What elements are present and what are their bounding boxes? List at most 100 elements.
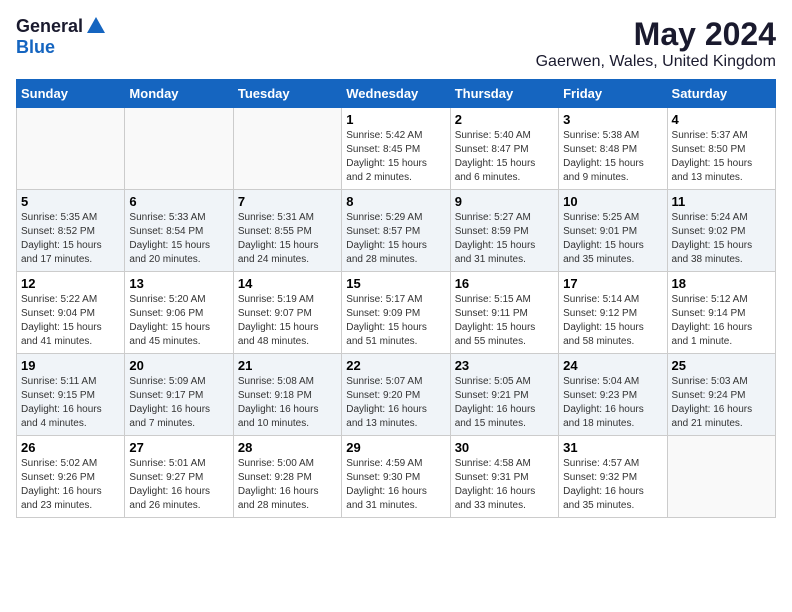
day-detail: Sunrise: 5:08 AM Sunset: 9:18 PM Dayligh…: [238, 375, 337, 431]
calendar-cell: [233, 108, 341, 190]
day-number: 2: [455, 112, 554, 127]
calendar-cell: 14 Sunrise: 5:19 AM Sunset: 9:07 PM Dayli…: [233, 272, 341, 354]
day-detail: Sunrise: 5:14 AM Sunset: 9:12 PM Dayligh…: [563, 293, 662, 349]
calendar-cell: 7 Sunrise: 5:31 AM Sunset: 8:55 PM Daylig…: [233, 190, 341, 272]
day-number: 6: [129, 194, 228, 209]
day-detail: Sunrise: 5:19 AM Sunset: 9:07 PM Dayligh…: [238, 293, 337, 349]
day-detail: Sunrise: 5:03 AM Sunset: 9:24 PM Dayligh…: [672, 375, 771, 431]
day-detail: Sunrise: 5:29 AM Sunset: 8:57 PM Dayligh…: [346, 211, 445, 267]
day-detail: Sunrise: 5:07 AM Sunset: 9:20 PM Dayligh…: [346, 375, 445, 431]
calendar-cell: 29 Sunrise: 4:59 AM Sunset: 9:30 PM Dayli…: [342, 436, 450, 518]
day-detail: Sunrise: 5:01 AM Sunset: 9:27 PM Dayligh…: [129, 457, 228, 513]
day-number: 19: [21, 358, 120, 373]
day-number: 26: [21, 440, 120, 455]
day-number: 17: [563, 276, 662, 291]
calendar-cell: 24 Sunrise: 5:04 AM Sunset: 9:23 PM Dayli…: [559, 354, 667, 436]
day-number: 11: [672, 194, 771, 209]
header-thursday: Thursday: [450, 80, 558, 108]
header-saturday: Saturday: [667, 80, 775, 108]
calendar-cell: 9Sunrise: 5:27 AM Sunset: 8:59 PM Daylig…: [450, 190, 558, 272]
day-detail: Sunrise: 5:20 AM Sunset: 9:06 PM Dayligh…: [129, 293, 228, 349]
calendar-cell: 4 Sunrise: 5:37 AM Sunset: 8:50 PM Daylig…: [667, 108, 775, 190]
header-monday: Monday: [125, 80, 233, 108]
day-detail: Sunrise: 5:25 AM Sunset: 9:01 PM Dayligh…: [563, 211, 662, 267]
day-detail: Sunrise: 5:31 AM Sunset: 8:55 PM Dayligh…: [238, 211, 337, 267]
calendar-cell: 26 Sunrise: 5:02 AM Sunset: 9:26 PM Dayli…: [17, 436, 125, 518]
day-number: 21: [238, 358, 337, 373]
day-number: 22: [346, 358, 445, 373]
calendar-cell: 16 Sunrise: 5:15 AM Sunset: 9:11 PM Dayli…: [450, 272, 558, 354]
calendar-cell: 23 Sunrise: 5:05 AM Sunset: 9:21 PM Dayli…: [450, 354, 558, 436]
calendar-cell: 10Sunrise: 5:25 AM Sunset: 9:01 PM Dayli…: [559, 190, 667, 272]
calendar-cell: 11 Sunrise: 5:24 AM Sunset: 9:02 PM Dayli…: [667, 190, 775, 272]
day-number: 28: [238, 440, 337, 455]
week-row: 1 Sunrise: 5:42 AM Sunset: 8:45 PM Daylig…: [17, 108, 776, 190]
calendar-cell: 30Sunrise: 4:58 AM Sunset: 9:31 PM Dayli…: [450, 436, 558, 518]
calendar-cell: [125, 108, 233, 190]
calendar-cell: 19 Sunrise: 5:11 AM Sunset: 9:15 PM Dayli…: [17, 354, 125, 436]
day-detail: Sunrise: 4:59 AM Sunset: 9:30 PM Dayligh…: [346, 457, 445, 513]
day-number: 4: [672, 112, 771, 127]
day-detail: Sunrise: 5:00 AM Sunset: 9:28 PM Dayligh…: [238, 457, 337, 513]
day-detail: Sunrise: 5:42 AM Sunset: 8:45 PM Dayligh…: [346, 129, 445, 185]
day-number: 5: [21, 194, 120, 209]
week-row: 5 Sunrise: 5:35 AM Sunset: 8:52 PM Daylig…: [17, 190, 776, 272]
day-detail: Sunrise: 5:04 AM Sunset: 9:23 PM Dayligh…: [563, 375, 662, 431]
calendar-cell: 8 Sunrise: 5:29 AM Sunset: 8:57 PM Daylig…: [342, 190, 450, 272]
day-number: 8: [346, 194, 445, 209]
day-number: 7: [238, 194, 337, 209]
calendar-cell: 3 Sunrise: 5:38 AM Sunset: 8:48 PM Daylig…: [559, 108, 667, 190]
day-detail: Sunrise: 5:09 AM Sunset: 9:17 PM Dayligh…: [129, 375, 228, 431]
calendar-table: SundayMondayTuesdayWednesdayThursdayFrid…: [16, 79, 776, 518]
calendar-cell: 15 Sunrise: 5:17 AM Sunset: 9:09 PM Dayli…: [342, 272, 450, 354]
calendar-cell: 25Sunrise: 5:03 AM Sunset: 9:24 PM Dayli…: [667, 354, 775, 436]
day-number: 13: [129, 276, 228, 291]
calendar-cell: 13 Sunrise: 5:20 AM Sunset: 9:06 PM Dayli…: [125, 272, 233, 354]
calendar-cell: 20 Sunrise: 5:09 AM Sunset: 9:17 PM Dayli…: [125, 354, 233, 436]
calendar-cell: 18Sunrise: 5:12 AM Sunset: 9:14 PM Dayli…: [667, 272, 775, 354]
calendar-cell: [17, 108, 125, 190]
day-detail: Sunrise: 5:11 AM Sunset: 9:15 PM Dayligh…: [21, 375, 120, 431]
day-detail: Sunrise: 5:05 AM Sunset: 9:21 PM Dayligh…: [455, 375, 554, 431]
title-section: May 2024 Gaerwen, Wales, United Kingdom: [536, 16, 776, 71]
week-row: 19 Sunrise: 5:11 AM Sunset: 9:15 PM Dayli…: [17, 354, 776, 436]
day-number: 31: [563, 440, 662, 455]
day-number: 29: [346, 440, 445, 455]
day-detail: Sunrise: 5:15 AM Sunset: 9:11 PM Dayligh…: [455, 293, 554, 349]
day-detail: Sunrise: 5:37 AM Sunset: 8:50 PM Dayligh…: [672, 129, 771, 185]
header-friday: Friday: [559, 80, 667, 108]
day-number: 18: [672, 276, 771, 291]
calendar-cell: 1 Sunrise: 5:42 AM Sunset: 8:45 PM Daylig…: [342, 108, 450, 190]
day-detail: Sunrise: 4:58 AM Sunset: 9:31 PM Dayligh…: [455, 457, 554, 513]
day-detail: Sunrise: 5:35 AM Sunset: 8:52 PM Dayligh…: [21, 211, 120, 267]
day-number: 23: [455, 358, 554, 373]
header-wednesday: Wednesday: [342, 80, 450, 108]
day-detail: Sunrise: 5:17 AM Sunset: 9:09 PM Dayligh…: [346, 293, 445, 349]
day-number: 1: [346, 112, 445, 127]
day-number: 20: [129, 358, 228, 373]
day-detail: Sunrise: 5:02 AM Sunset: 9:26 PM Dayligh…: [21, 457, 120, 513]
calendar-cell: 31Sunrise: 4:57 AM Sunset: 9:32 PM Dayli…: [559, 436, 667, 518]
week-row: 12Sunrise: 5:22 AM Sunset: 9:04 PM Dayli…: [17, 272, 776, 354]
calendar-cell: 21 Sunrise: 5:08 AM Sunset: 9:18 PM Dayli…: [233, 354, 341, 436]
logo-general-text: General: [16, 16, 83, 37]
calendar-cell: 2Sunrise: 5:40 AM Sunset: 8:47 PM Daylig…: [450, 108, 558, 190]
day-number: 24: [563, 358, 662, 373]
day-number: 16: [455, 276, 554, 291]
day-number: 3: [563, 112, 662, 127]
day-number: 15: [346, 276, 445, 291]
header-tuesday: Tuesday: [233, 80, 341, 108]
day-detail: Sunrise: 5:27 AM Sunset: 8:59 PM Dayligh…: [455, 211, 554, 267]
day-detail: Sunrise: 5:38 AM Sunset: 8:48 PM Dayligh…: [563, 129, 662, 185]
logo-icon: [85, 15, 107, 37]
day-detail: Sunrise: 5:24 AM Sunset: 9:02 PM Dayligh…: [672, 211, 771, 267]
calendar-cell: 6Sunrise: 5:33 AM Sunset: 8:54 PM Daylig…: [125, 190, 233, 272]
day-number: 14: [238, 276, 337, 291]
header-sunday: Sunday: [17, 80, 125, 108]
calendar-cell: 27Sunrise: 5:01 AM Sunset: 9:27 PM Dayli…: [125, 436, 233, 518]
calendar-cell: 17 Sunrise: 5:14 AM Sunset: 9:12 PM Dayli…: [559, 272, 667, 354]
calendar-cell: [667, 436, 775, 518]
calendar-cell: 12Sunrise: 5:22 AM Sunset: 9:04 PM Dayli…: [17, 272, 125, 354]
week-row: 26 Sunrise: 5:02 AM Sunset: 9:26 PM Dayli…: [17, 436, 776, 518]
calendar-cell: 22 Sunrise: 5:07 AM Sunset: 9:20 PM Dayli…: [342, 354, 450, 436]
